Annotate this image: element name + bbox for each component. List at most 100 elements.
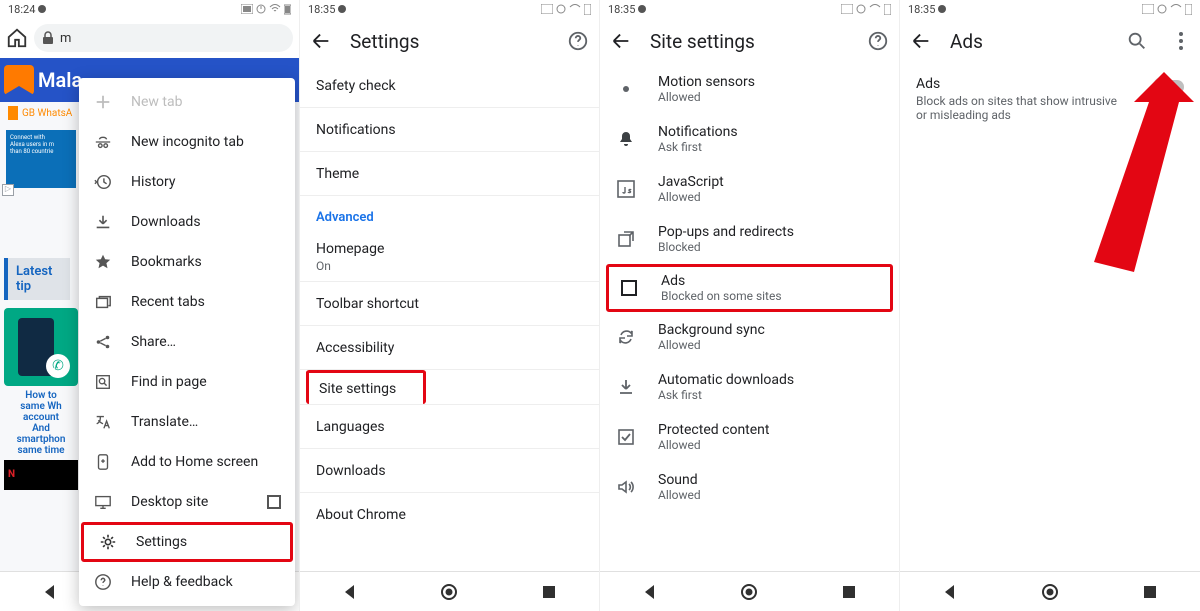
- desktop-checkbox[interactable]: [267, 495, 281, 509]
- search-icon[interactable]: [1126, 30, 1148, 52]
- menu-find[interactable]: Find in page: [79, 362, 295, 402]
- more-icon[interactable]: [1172, 30, 1190, 52]
- site-settings-header: Site settings: [600, 18, 899, 64]
- page-title: Settings: [350, 30, 549, 53]
- status-bar: 18:35: [300, 0, 599, 18]
- menu-desktop-site[interactable]: Desktop site: [79, 482, 295, 522]
- nav-back[interactable]: [941, 583, 959, 601]
- panel-ads: 18:35 Ads Ads Block ads on sites that sh…: [900, 0, 1200, 611]
- row-about-chrome[interactable]: About Chrome: [300, 493, 599, 537]
- back-icon[interactable]: [610, 30, 632, 52]
- desktop-icon: [93, 492, 113, 512]
- row-background-sync[interactable]: Background syncAllowed: [600, 312, 899, 362]
- menu-incognito[interactable]: New incognito tab: [79, 122, 295, 162]
- row-homepage[interactable]: HomepageOn: [300, 233, 599, 282]
- section-advanced: Advanced: [300, 196, 599, 233]
- ads-row-title: Ads: [916, 76, 1144, 92]
- lock-icon: [42, 31, 54, 45]
- incognito-icon: [93, 132, 113, 152]
- panel-site-settings: 18:35 Site settings Motion sensorsAllowe…: [600, 0, 900, 611]
- nav-back[interactable]: [41, 583, 59, 601]
- javascript-icon: [616, 179, 636, 199]
- tabs-icon: [93, 292, 113, 312]
- sound-icon: [616, 477, 636, 497]
- find-icon: [93, 372, 113, 392]
- back-icon[interactable]: [310, 30, 332, 52]
- nav-back[interactable]: [341, 583, 359, 601]
- row-motion-sensors[interactable]: Motion sensorsAllowed: [600, 64, 899, 114]
- menu-add-home[interactable]: Add to Home screen: [79, 442, 295, 482]
- row-safety-check[interactable]: Safety check: [300, 64, 599, 108]
- article-card-2[interactable]: N: [4, 460, 78, 490]
- star-icon: [93, 252, 113, 272]
- site-settings-list: Motion sensorsAllowed NotificationsAsk f…: [600, 64, 899, 571]
- nav-home[interactable]: [1041, 583, 1059, 601]
- status-bar: 18:24: [0, 0, 299, 18]
- status-bar: 18:35: [900, 0, 1200, 18]
- popup-icon: [616, 229, 636, 249]
- nav-recent[interactable]: [540, 583, 558, 601]
- latest-tip-heading: Latest tip: [4, 258, 70, 300]
- row-auto-downloads[interactable]: Automatic downloadsAsk first: [600, 362, 899, 412]
- nav-recent[interactable]: [840, 583, 858, 601]
- row-sound[interactable]: SoundAllowed: [600, 462, 899, 512]
- row-languages[interactable]: Languages: [300, 405, 599, 449]
- panel-settings: 18:35 Settings Safety check Notification…: [300, 0, 600, 611]
- settings-header: Settings: [300, 18, 599, 64]
- row-notifications[interactable]: Notifications: [300, 108, 599, 152]
- protected-icon: [616, 427, 636, 447]
- panel-browser-overflow: 18:24 m Mala GB WhatsA Connect withAlexa…: [0, 0, 300, 611]
- menu-bookmarks[interactable]: Bookmarks: [79, 242, 295, 282]
- menu-new-tab[interactable]: New tab: [79, 82, 295, 122]
- browser-toolbar: m: [0, 18, 299, 58]
- share-icon: [93, 332, 113, 352]
- menu-settings[interactable]: Settings: [81, 522, 293, 562]
- status-icons: [241, 4, 291, 15]
- row-protected-content[interactable]: Protected contentAllowed: [600, 412, 899, 462]
- bell-icon: [616, 129, 636, 149]
- download-icon: [93, 212, 113, 232]
- page-title: Site settings: [650, 30, 849, 53]
- row-notifications[interactable]: NotificationsAsk first: [600, 114, 899, 164]
- overflow-menu: New tab New incognito tab History Downlo…: [79, 78, 295, 606]
- translate-icon: [93, 412, 113, 432]
- row-toolbar-shortcut[interactable]: Toolbar shortcut: [300, 282, 599, 326]
- menu-history[interactable]: History: [79, 162, 295, 202]
- back-icon[interactable]: [910, 30, 932, 52]
- menu-recent-tabs[interactable]: Recent tabs: [79, 282, 295, 322]
- nav-home[interactable]: [440, 583, 458, 601]
- menu-downloads[interactable]: Downloads: [79, 202, 295, 242]
- gear-icon: [98, 532, 118, 552]
- help-icon: [93, 572, 113, 592]
- download-icon: [616, 377, 636, 397]
- home-icon[interactable]: [6, 27, 28, 49]
- nav-recent[interactable]: [1141, 583, 1159, 601]
- help-icon[interactable]: [867, 30, 889, 52]
- row-javascript[interactable]: JavaScriptAllowed: [600, 164, 899, 214]
- ads-toggle-row[interactable]: Ads Block ads on sites that show intrusi…: [900, 64, 1200, 134]
- article-card[interactable]: ✆: [4, 308, 78, 386]
- motion-icon: [616, 79, 636, 99]
- ads-header: Ads: [900, 18, 1200, 64]
- row-accessibility[interactable]: Accessibility: [300, 326, 599, 370]
- phone-plus-icon: [93, 452, 113, 472]
- row-popups[interactable]: Pop-ups and redirectsBlocked: [600, 214, 899, 264]
- system-navbar: [300, 571, 599, 611]
- menu-translate[interactable]: Translate…: [79, 402, 295, 442]
- menu-help[interactable]: Help & feedback: [79, 562, 295, 602]
- ad-box[interactable]: Connect withAlexa users in mthan 80 coun…: [6, 130, 76, 188]
- help-icon[interactable]: [567, 30, 589, 52]
- nav-home[interactable]: [740, 583, 758, 601]
- row-theme[interactable]: Theme: [300, 152, 599, 196]
- url-bar[interactable]: m: [34, 24, 293, 52]
- page-content: Mala GB WhatsA Connect withAlexa users i…: [0, 58, 299, 571]
- nav-back[interactable]: [641, 583, 659, 601]
- ads-icon: [619, 278, 639, 298]
- url-text: m: [60, 31, 71, 46]
- menu-share[interactable]: Share…: [79, 322, 295, 362]
- row-ads[interactable]: AdsBlocked on some sites: [606, 264, 893, 312]
- ads-toggle[interactable]: [1154, 80, 1184, 94]
- row-site-settings[interactable]: Site settings: [306, 370, 426, 404]
- row-downloads[interactable]: Downloads: [300, 449, 599, 493]
- sync-icon: [616, 327, 636, 347]
